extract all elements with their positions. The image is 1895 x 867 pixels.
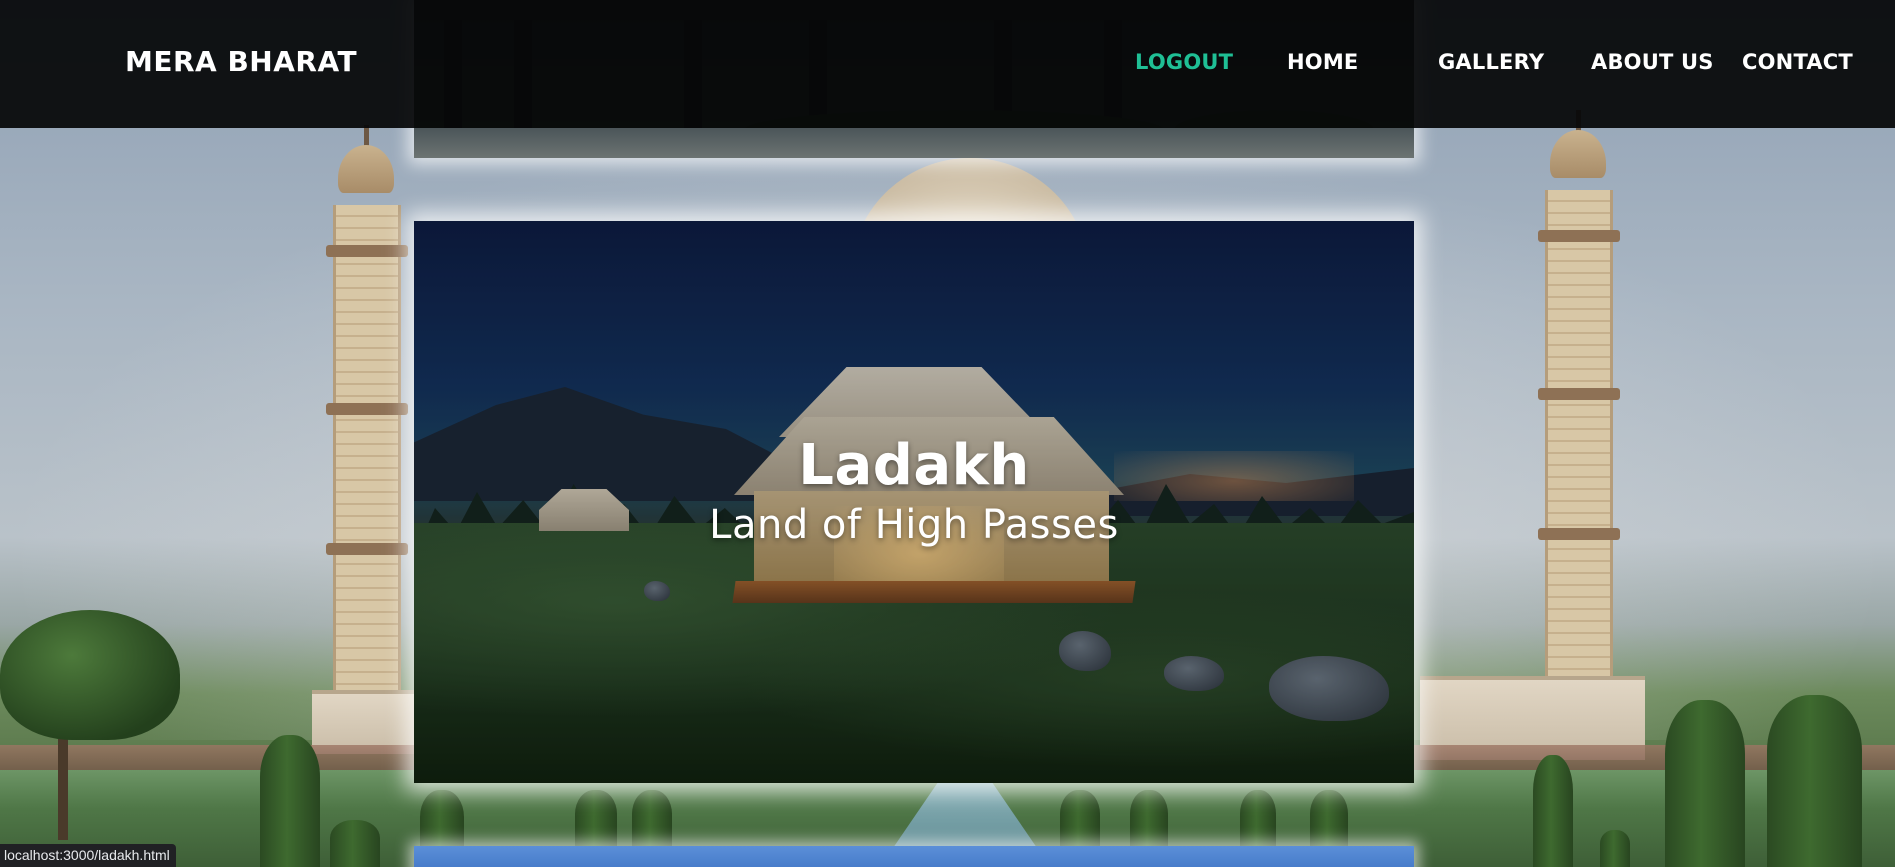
feature-title: Ladakh	[798, 433, 1030, 498]
feature-subtitle: Land of High Passes	[709, 502, 1119, 548]
nav-home[interactable]: HOME	[1287, 50, 1358, 74]
navbar: MERA BHARAT LOGOUT HOME GALLERY ABOUT US…	[0, 0, 1895, 128]
gallery-card-bottom[interactable]	[414, 846, 1414, 867]
nav-contact[interactable]: CONTACT	[1742, 50, 1853, 74]
brand-logo[interactable]: MERA BHARAT	[125, 45, 357, 78]
nav-gallery[interactable]: GALLERY	[1438, 50, 1544, 74]
left-tree	[0, 610, 180, 740]
left-minaret	[326, 125, 408, 750]
nav-about-us[interactable]: ABOUT US	[1591, 50, 1714, 74]
feature-card-ladakh[interactable]: Ladakh Land of High Passes	[414, 221, 1414, 783]
status-bar-url: localhost:3000/ladakh.html	[0, 844, 176, 867]
feature-caption: Ladakh Land of High Passes	[414, 433, 1414, 551]
page: Ladakh Land of High Passes MERA BHARAT L…	[0, 0, 1895, 867]
nav-logout[interactable]: LOGOUT	[1135, 50, 1233, 74]
right-minaret	[1538, 110, 1620, 690]
